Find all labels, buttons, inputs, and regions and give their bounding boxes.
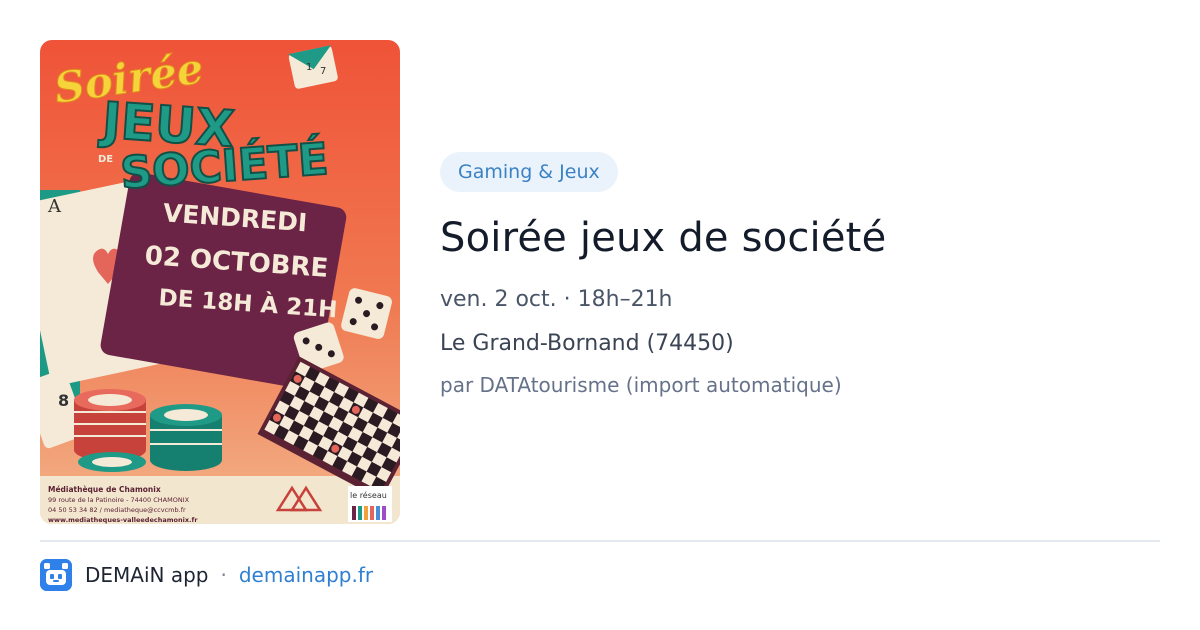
event-poster-image: A 8 VENDREDI 02 OCTOBRE DE 18H À 21H Soi… <box>40 40 400 524</box>
poster-card-letter: A <box>47 196 62 217</box>
event-source: par DATAtourisme (import automatique) <box>440 373 842 397</box>
poster-small-card-number: 8 <box>58 391 69 410</box>
poster-die-1: 1 <box>306 62 312 73</box>
event-info: Gaming & Jeux Soirée jeux de société ven… <box>440 152 1160 398</box>
app-domain-link[interactable]: demainapp.fr <box>239 563 373 587</box>
poster-website: www.mediatheques-valleedechamonix.fr <box>48 516 198 524</box>
event-location: Le Grand-Bornand (74450) <box>440 331 734 356</box>
le-reseau-logo: le réseau <box>348 486 392 522</box>
poster-venue: Médiathèque de Chamonix <box>48 485 161 494</box>
poster-address: 99 route de la Patinoire - 74400 CHAMONI… <box>48 496 190 504</box>
footer-divider <box>40 540 1160 542</box>
poster-title-de: DE <box>98 154 113 165</box>
footer: DEMAiN app · demainapp.fr <box>40 558 373 592</box>
demain-app-icon <box>40 559 72 591</box>
event-schedule: ven. 2 oct. · 18h–21h <box>440 287 673 312</box>
event-title[interactable]: Soirée jeux de société <box>440 214 1160 262</box>
poster-partner-logo: le réseau <box>350 490 387 500</box>
app-name[interactable]: DEMAiN app <box>85 563 209 587</box>
poster-die-7: 7 <box>320 66 326 77</box>
category-tag[interactable]: Gaming & Jeux <box>440 152 618 192</box>
footer-separator: · <box>220 563 227 587</box>
poster-contact: 04 50 53 34 82 / mediatheque@ccvcmb.fr <box>48 506 186 514</box>
event-preview-card[interactable]: A 8 VENDREDI 02 OCTOBRE DE 18H À 21H Soi… <box>0 0 1200 630</box>
